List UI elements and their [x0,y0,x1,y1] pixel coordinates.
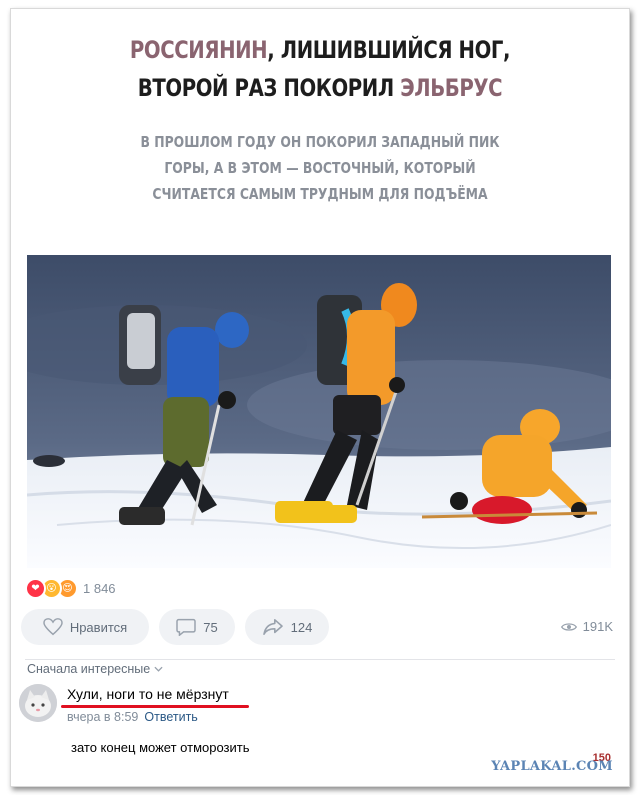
comments-count: 75 [203,619,218,635]
post-subheading: В ПРОШЛОМ ГОДУ ОН ПОКОРИЛ ЗАПАДНЫЙ ПИК Г… [73,129,567,207]
post-card: РОССИЯНИН, ЛИШИВШИЙСЯ НОГ, ВТОРОЙ РАЗ ПО… [10,8,630,787]
views-counter: 191K [560,619,613,634]
comment-icon [176,618,197,636]
shares-count: 124 [290,619,313,635]
post-photo[interactable] [27,255,611,568]
comment-button[interactable]: 75 [159,609,235,645]
headline-accent-word: ЭЛЬБРУС [400,74,503,102]
heart-icon [43,618,63,636]
comment-sort-dropdown[interactable]: Сначала интересные [27,662,163,676]
comment-time: вчера в 8:59 [67,710,139,724]
highlight-underline [61,705,249,708]
chevron-down-icon [154,666,163,672]
subheading-line: В ПРОШЛОМ ГОДУ ОН ПОКОРИЛ ЗАПАДНЫЙ ПИК [140,133,500,151]
eye-icon [560,622,577,631]
reactions-summary[interactable]: ❤ 😮 😍 1 846 [25,577,116,599]
mountain-climbers-photo [27,255,611,568]
reaction-count: 1 846 [83,580,116,596]
heart-reaction-icon: ❤ [25,577,46,599]
headline-text: , ЛИШИВШИЙСЯ НОГ, [267,36,511,64]
like-label: Нравится [69,619,128,635]
subheading-line: ГОРЫ, А В ЭТОМ — ВОСТОЧНЫЙ, КОТОРЫЙ [164,159,476,177]
site-watermark: YAPLAKAL.COM [491,759,613,774]
headline-accent-word: РОССИЯНИН [129,36,268,64]
sort-label: Сначала интересные [27,662,151,676]
divider [25,659,615,660]
reply-link[interactable]: Ответить [144,710,197,724]
headline-text: ВТОРОЙ РАЗ ПОКОРИЛ [137,74,401,102]
post-headline: РОССИЯНИН, ЛИШИВШИЙСЯ НОГ, ВТОРОЙ РАЗ ПО… [67,31,574,107]
cat-avatar-icon [19,684,57,722]
share-arrow-icon [262,618,283,636]
caption-text: зато конец может отморозить [71,740,250,755]
like-button[interactable]: Нравится [21,609,149,645]
views-count: 191K [582,619,613,634]
share-button[interactable]: 124 [245,609,329,645]
subheading-line: СЧИТАЕТСЯ САМЫМ ТРУДНЫМ ДЛЯ ПОДЪЁМА [152,185,488,203]
comment-meta: вчера в 8:59 Ответить [67,710,198,724]
avatar[interactable] [19,684,57,722]
comment-text: Хули, ноги то не мёрзнут [67,686,229,702]
